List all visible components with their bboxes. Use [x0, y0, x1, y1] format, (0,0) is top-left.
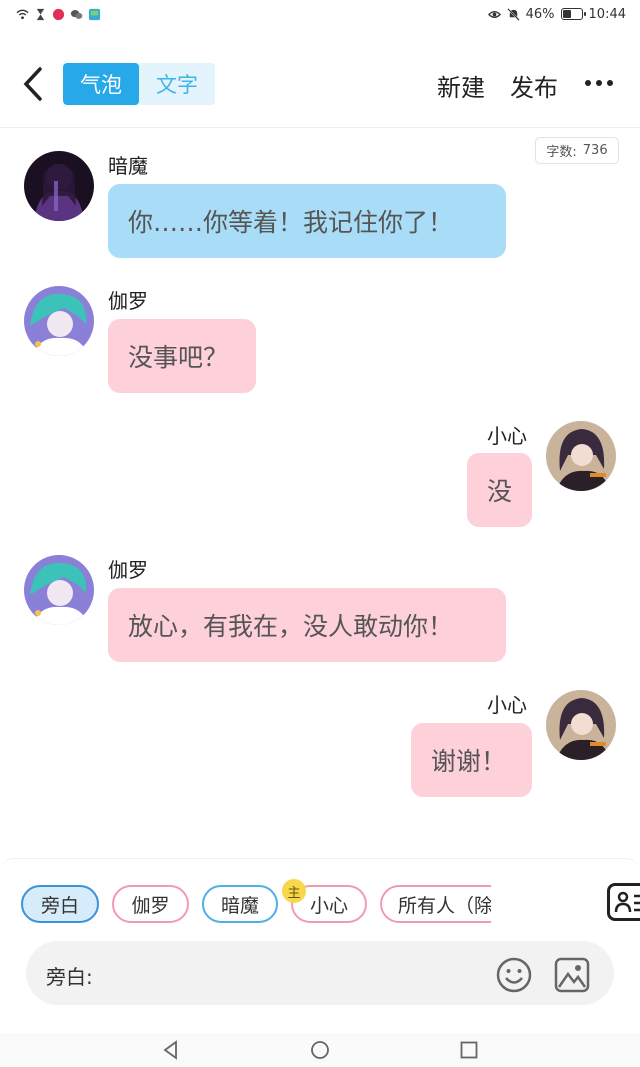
purple-hair-character-avatar-icon	[546, 421, 616, 491]
dark-character-avatar-icon	[24, 151, 94, 221]
message-bubble[interactable]: 没	[467, 453, 532, 527]
app-red-icon	[52, 8, 65, 20]
host-badge: 主	[282, 879, 306, 903]
sender-name: 伽罗	[108, 558, 148, 582]
eye-icon	[487, 10, 501, 18]
purple-hair-character-avatar-icon	[546, 690, 616, 760]
sender-name: 小心	[487, 693, 527, 717]
sender-name: 暗魔	[108, 154, 148, 178]
role-chip-jialuo[interactable]: 伽罗	[112, 885, 189, 923]
contact-card-icon	[614, 891, 640, 913]
message-input[interactable]: 旁白:	[26, 941, 614, 1005]
tab-bubble[interactable]: 气泡	[63, 63, 139, 105]
chevron-left-icon	[23, 67, 42, 101]
wechat-icon	[70, 9, 83, 19]
emoji-icon[interactable]	[496, 957, 532, 993]
nav-home-icon[interactable]	[309, 1039, 331, 1061]
word-count-value: 736	[582, 143, 608, 158]
top-nav: 气泡 文字 新建 发布	[0, 40, 640, 128]
app-image-icon	[88, 8, 101, 20]
image-icon[interactable]	[554, 957, 590, 993]
battery-level	[562, 10, 571, 18]
nav-back-icon[interactable]	[160, 1039, 182, 1061]
message-bubble[interactable]: 谢谢！	[411, 723, 532, 797]
avatar[interactable]	[24, 555, 94, 625]
status-icons-left	[16, 8, 101, 21]
more-options-icon[interactable]	[582, 78, 616, 88]
message-bubble[interactable]: 你……你等着！我记住你了！	[108, 184, 506, 258]
role-chip-anmo[interactable]: 暗魔	[202, 885, 278, 923]
message-bubble[interactable]: 放心，有我在，没人敢动你！	[108, 588, 506, 662]
avatar[interactable]	[24, 151, 94, 221]
battery-icon	[560, 8, 586, 20]
avatar[interactable]	[546, 690, 616, 760]
battery-percent: 46%	[525, 6, 555, 22]
sender-name: 伽罗	[108, 289, 148, 313]
teal-hair-character-avatar-icon	[24, 286, 94, 356]
role-list-button[interactable]	[607, 883, 640, 921]
input-role-label: 旁白:	[46, 965, 93, 989]
word-count-label: 字数:	[546, 145, 577, 160]
message-bubble[interactable]: 没事吧？	[108, 319, 256, 393]
nav-recents-icon[interactable]	[458, 1039, 480, 1061]
avatar[interactable]	[24, 286, 94, 356]
sender-name: 小心	[487, 424, 527, 448]
clock: 10:44	[588, 6, 626, 22]
system-nav-bar	[0, 1033, 640, 1067]
avatar[interactable]	[546, 421, 616, 491]
new-button[interactable]: 新建	[437, 68, 485, 103]
word-count-badge: 字数: 736	[535, 137, 619, 164]
role-chip-narrator[interactable]: 旁白	[21, 885, 99, 923]
teal-hair-character-avatar-icon	[24, 555, 94, 625]
tab-text[interactable]: 文字	[139, 63, 215, 105]
role-chip-everyone[interactable]: 所有人（除	[380, 885, 491, 923]
status-icons-right: 46% 10:44	[487, 6, 626, 22]
back-button[interactable]	[16, 62, 50, 106]
mute-bell-icon	[506, 7, 520, 21]
wifi-icon	[16, 9, 29, 19]
hourglass-icon	[36, 8, 45, 20]
view-mode-toggle: 气泡 文字	[63, 63, 215, 105]
status-bar: 46% 10:44	[0, 0, 640, 28]
publish-button[interactable]: 发布	[510, 68, 558, 103]
